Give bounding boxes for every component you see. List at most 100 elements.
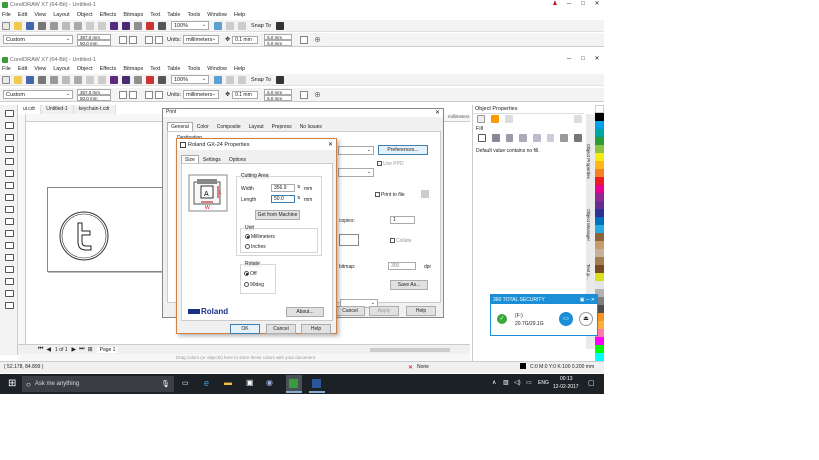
length-input[interactable]: 50.0 (271, 195, 295, 203)
polygon-tool-icon[interactable] (5, 206, 14, 213)
duplicate-y-input[interactable]: 5.0 mm (264, 39, 293, 46)
drop-shadow-icon[interactable] (5, 254, 14, 261)
redo-icon[interactable] (98, 75, 106, 84)
artistic-media-icon[interactable] (5, 170, 14, 177)
palette-swatch[interactable] (595, 113, 604, 121)
nudge-input[interactable]: 0.1 mm (232, 90, 259, 99)
zoom-select[interactable]: 100% (171, 75, 209, 84)
rotate-90-radio[interactable]: 90deg (244, 282, 264, 288)
rulers-icon[interactable] (226, 75, 234, 84)
volume-icon[interactable]: ◁) (514, 379, 521, 386)
mic-icon[interactable]: 🎙 (161, 380, 170, 388)
palette-swatch[interactable] (595, 353, 604, 361)
docker-options-icon[interactable] (574, 115, 582, 123)
connector-tool-icon[interactable] (5, 242, 14, 249)
text-tool-icon[interactable] (5, 218, 14, 225)
horizontal-scrollbar[interactable] (370, 347, 450, 352)
preferences-button[interactable]: Preferences... (378, 145, 428, 155)
palette-swatch[interactable] (595, 345, 604, 353)
landscape-button[interactable] (129, 90, 137, 99)
menu-view[interactable]: View (34, 12, 46, 18)
add-icon[interactable]: ⊕ (314, 35, 321, 44)
all-pages-button[interactable] (145, 35, 153, 44)
landscape-button[interactable] (129, 35, 137, 44)
roland-cancel-button[interactable]: Cancel (266, 324, 296, 334)
security-window-controls[interactable]: ▣ ─ ✕ (580, 297, 595, 303)
roland-ok-button[interactable]: OK (230, 324, 260, 334)
interactive-fill-icon[interactable] (5, 290, 14, 297)
import-icon[interactable] (122, 21, 130, 30)
menu-object[interactable]: Object (77, 66, 93, 72)
no-fill-icon[interactable] (478, 134, 486, 142)
export-icon[interactable] (134, 21, 142, 30)
pick-tool-icon[interactable] (5, 110, 14, 117)
transparency-icon[interactable] (5, 266, 14, 273)
minimize-button[interactable]: ─ (562, 55, 576, 64)
menu-effects[interactable]: Effects (100, 66, 117, 72)
full-screen-icon[interactable] (214, 75, 222, 84)
palette-swatch[interactable] (595, 161, 604, 169)
menu-window[interactable]: Window (207, 12, 227, 18)
menu-text[interactable]: Text (150, 66, 160, 72)
task-view-icon[interactable]: ▭ (182, 379, 189, 387)
print-close-icon[interactable]: ✕ (435, 109, 440, 116)
full-screen-icon[interactable] (214, 21, 222, 30)
prev-page-icon[interactable]: ◀ (46, 346, 51, 353)
language-indicator[interactable]: ENG (538, 380, 549, 386)
tab-untitled-1[interactable]: Untitled-1 (41, 105, 74, 114)
cut-icon[interactable] (50, 75, 58, 84)
paste-icon[interactable] (74, 21, 82, 30)
units-select[interactable]: millimeters (183, 35, 220, 44)
use-ppd-checkbox[interactable]: Use PPD (377, 161, 404, 167)
add-icon[interactable]: ⊕ (314, 90, 321, 99)
options-button[interactable] (300, 90, 309, 99)
page-height-input[interactable]: 50.0 mm (77, 94, 111, 101)
print-icon[interactable] (38, 21, 46, 30)
palette-swatch[interactable] (595, 153, 604, 161)
eject-icon[interactable]: ⏏ (579, 312, 593, 326)
menu-effects[interactable]: Effects (100, 12, 117, 18)
side-tab-object-manager[interactable]: Object Manager (586, 209, 591, 241)
print-icon[interactable] (38, 75, 46, 84)
ellipse-tool-icon[interactable] (5, 194, 14, 201)
page-select[interactable] (338, 168, 374, 177)
all-pages-button[interactable] (145, 90, 153, 99)
bitmap-pattern-icon[interactable] (533, 134, 541, 142)
options-icon[interactable] (276, 75, 285, 84)
palette-swatch[interactable] (595, 177, 604, 185)
palette-swatch[interactable] (595, 129, 604, 137)
rectangle-tool-icon[interactable] (5, 182, 14, 189)
menu-edit[interactable]: Edit (18, 12, 27, 18)
current-page-button[interactable] (155, 90, 163, 99)
maximize-button[interactable]: □ (576, 0, 590, 9)
page-preset-select[interactable]: Custom (3, 90, 73, 99)
bitmap-dpi-input[interactable]: 300 (388, 262, 416, 270)
menu-help[interactable]: Help (234, 66, 245, 72)
menu-layout[interactable]: Layout (53, 66, 70, 72)
palette-swatch[interactable] (595, 209, 604, 217)
clock-date[interactable]: 12-02-2017 (553, 384, 579, 390)
units-select[interactable]: millimeters (183, 90, 220, 99)
page-height-input[interactable]: 50.0 mm (77, 39, 111, 46)
menu-edit[interactable]: Edit (18, 66, 27, 72)
maximize-button[interactable]: □ (576, 55, 590, 64)
first-page-icon[interactable]: ⏮ (38, 346, 43, 353)
palette-swatch[interactable] (595, 225, 604, 233)
notification-icon[interactable]: ♟ (548, 0, 562, 9)
store-icon[interactable]: ▣ (246, 378, 254, 387)
export-icon[interactable] (134, 75, 142, 84)
corel-connect-icon[interactable] (110, 21, 118, 30)
undo-icon[interactable] (86, 21, 94, 30)
app-icon[interactable]: ◉ (266, 378, 273, 387)
menu-view[interactable]: View (34, 66, 46, 72)
palette-swatch[interactable] (595, 233, 604, 241)
palette-swatch[interactable] (595, 281, 604, 289)
get-from-machine-button[interactable]: Get from Machine (255, 210, 300, 220)
print-cancel-button[interactable]: Cancel (335, 306, 365, 316)
palette-swatch[interactable] (595, 137, 604, 145)
length-spinner[interactable]: ⇅ (297, 195, 300, 200)
copy-icon[interactable] (62, 75, 70, 84)
menu-layout[interactable]: Layout (53, 12, 70, 18)
zoom-select[interactable]: 100% (171, 21, 209, 30)
tab-ui-cdr[interactable]: ui.cdr (18, 105, 42, 114)
